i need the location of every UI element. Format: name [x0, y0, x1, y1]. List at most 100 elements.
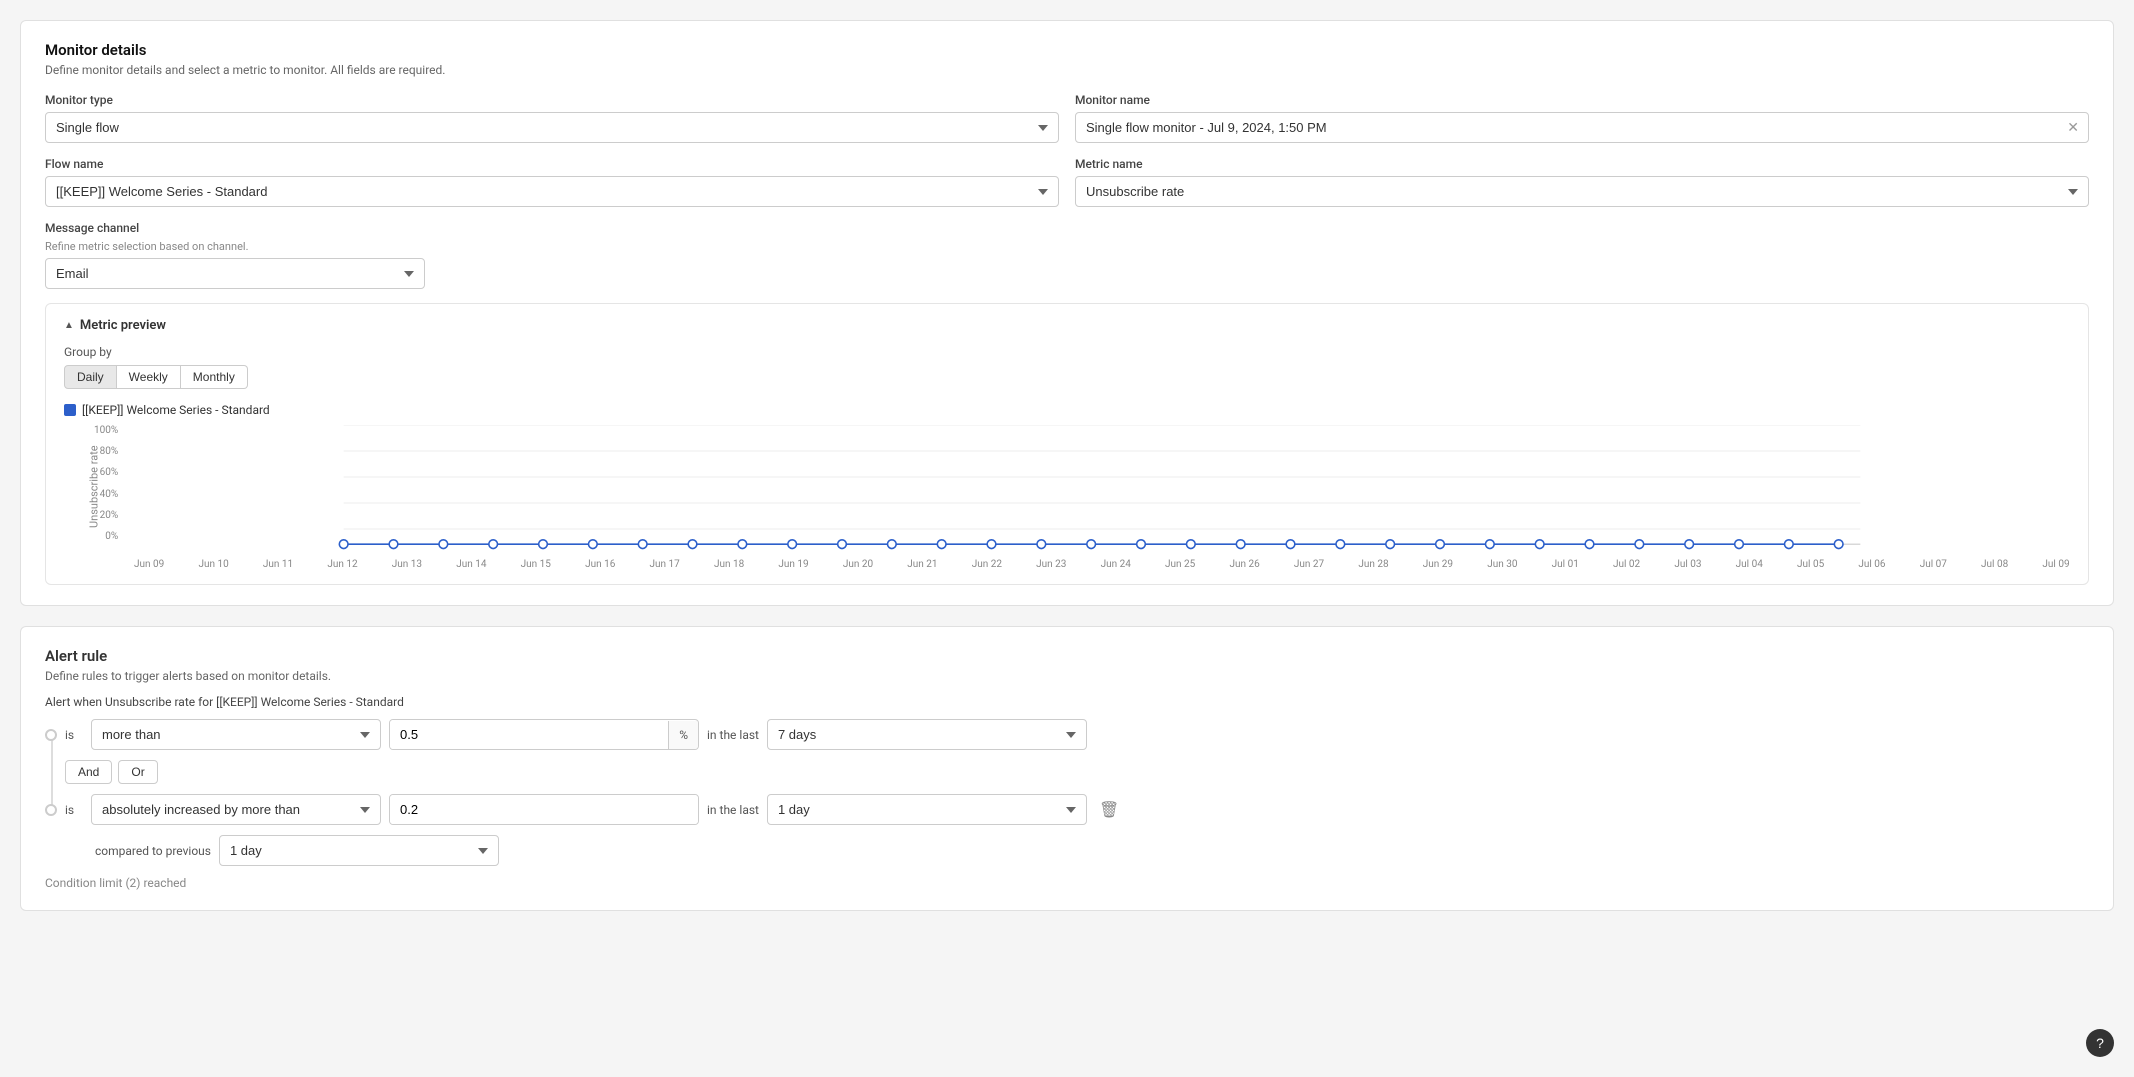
condition-2-row: is more than less than absolutely increa…	[45, 794, 2089, 825]
y-label-60: 60%	[94, 467, 118, 478]
condition-1-period-wrapper: 1 day 7 days 14 days 30 days	[767, 719, 1087, 750]
x-label-jun22: Jun 22	[972, 559, 1002, 570]
message-channel-label: Message channel	[45, 221, 425, 235]
x-label-jul01: Jul 01	[1552, 559, 1579, 570]
condition-2-value-wrapper	[389, 794, 699, 825]
x-label-jun10: Jun 10	[198, 559, 228, 570]
x-label-jun15: Jun 15	[521, 559, 551, 570]
x-label-jul02: Jul 02	[1613, 559, 1640, 570]
x-label-jun23: Jun 23	[1036, 559, 1066, 570]
group-by-daily-btn[interactable]: Daily	[64, 365, 117, 389]
x-label-jul08: Jul 08	[1981, 559, 2008, 570]
x-label-jun26: Jun 26	[1229, 559, 1259, 570]
monitor-details-subtitle: Define monitor details and select a metr…	[45, 63, 2089, 77]
legend-color-swatch	[64, 404, 76, 416]
x-label-jul03: Jul 03	[1674, 559, 1701, 570]
y-label-40: 40%	[94, 489, 118, 500]
legend-label: [[KEEP]] Welcome Series - Standard	[82, 403, 270, 417]
alert-when-text: Alert when Unsubscribe rate for [[KEEP]]…	[45, 695, 2089, 709]
condition-1-value-wrapper: %	[389, 719, 699, 750]
x-label-jun25: Jun 25	[1165, 559, 1195, 570]
x-label-jun12: Jun 12	[327, 559, 357, 570]
condition-limit-text: Condition limit (2) reached	[45, 876, 2089, 890]
monitor-name-wrapper: ✕	[1075, 112, 2089, 143]
condition-1-period-select[interactable]: 1 day 7 days 14 days 30 days	[767, 719, 1087, 750]
message-channel-group: Message channel Refine metric selection …	[45, 221, 425, 289]
metric-preview-header[interactable]: ▲ Metric preview	[64, 318, 2070, 333]
condition-1-unit: %	[668, 721, 698, 749]
y-label-80: 80%	[94, 446, 118, 457]
group-by-weekly-btn[interactable]: Weekly	[117, 365, 181, 389]
x-label-jun11: Jun 11	[263, 559, 293, 570]
conditions-wrapper: is more than less than absolutely increa…	[45, 719, 2089, 866]
condition-2-is-label: is	[65, 803, 83, 817]
chevron-up-icon: ▲	[64, 320, 74, 331]
x-label-jun13: Jun 13	[392, 559, 422, 570]
x-label-jun09: Jun 09	[134, 559, 164, 570]
compared-to-select[interactable]: 1 day 7 days 14 days 30 days	[219, 835, 499, 866]
monitor-details-section: Monitor details Define monitor details a…	[20, 20, 2114, 606]
y-label-20: 20%	[94, 510, 118, 521]
compared-to-previous-row: compared to previous 1 day 7 days 14 day…	[45, 835, 2089, 866]
flow-name-group: Flow name [[KEEP]] Welcome Series - Stan…	[45, 157, 1059, 207]
x-label-jun16: Jun 16	[585, 559, 615, 570]
clear-icon[interactable]: ✕	[2067, 120, 2079, 136]
condition-1-value-input[interactable]	[390, 720, 668, 749]
help-button[interactable]: ?	[2086, 1029, 2114, 1057]
condition-1-in-the-last-label: in the last	[707, 728, 759, 742]
condition-1-row: is more than less than absolutely increa…	[45, 719, 2089, 750]
group-by-monthly-btn[interactable]: Monthly	[181, 365, 248, 389]
alert-rule-section: Alert rule Define rules to trigger alert…	[20, 626, 2114, 911]
group-by-buttons: Daily Weekly Monthly	[64, 365, 2070, 389]
monitor-name-input[interactable]	[1075, 112, 2089, 143]
condition-1-operator-select[interactable]: more than less than absolutely increased…	[91, 719, 381, 750]
x-label-jul05: Jul 05	[1797, 559, 1824, 570]
x-label-jun21: Jun 21	[907, 559, 937, 570]
x-label-jun27: Jun 27	[1294, 559, 1324, 570]
alert-rule-subtitle: Define rules to trigger alerts based on …	[45, 669, 2089, 683]
and-or-row: And Or	[45, 760, 2089, 784]
compared-to-label: compared to previous	[95, 844, 211, 858]
x-axis-labels: Jun 09 Jun 10 Jun 11 Jun 12 Jun 13 Jun 1…	[134, 555, 2070, 570]
x-label-jul06: Jul 06	[1858, 559, 1885, 570]
alert-rule-title: Alert rule	[45, 647, 2089, 665]
monitor-type-select[interactable]: Single flow Multi flow	[45, 112, 1059, 143]
flow-name-select[interactable]: [[KEEP]] Welcome Series - Standard	[45, 176, 1059, 207]
monitor-type-group: Monitor type Single flow Multi flow	[45, 93, 1059, 143]
monitor-details-title: Monitor details	[45, 41, 2089, 59]
metric-name-group: Metric name Unsubscribe rate	[1075, 157, 2089, 207]
x-label-jun20: Jun 20	[843, 559, 873, 570]
condition-2-operator-select[interactable]: more than less than absolutely increased…	[91, 794, 381, 825]
x-label-jun30: Jun 30	[1487, 559, 1517, 570]
condition-2-period-wrapper: 1 day 7 days 14 days 30 days	[767, 794, 1087, 825]
chart-area: Unsubscribe rate 100% 80% 60% 40% 20% 0%	[64, 425, 2070, 570]
x-label-jul07: Jul 07	[1920, 559, 1947, 570]
compared-to-select-wrapper: 1 day 7 days 14 days 30 days	[219, 835, 499, 866]
x-label-jul04: Jul 04	[1736, 559, 1763, 570]
or-button[interactable]: Or	[118, 760, 157, 784]
condition-2-block: is more than less than absolutely increa…	[45, 794, 2089, 866]
and-button[interactable]: And	[65, 760, 112, 784]
x-label-jun24: Jun 24	[1101, 559, 1131, 570]
x-label-jun28: Jun 28	[1358, 559, 1388, 570]
flow-name-label: Flow name	[45, 157, 1059, 171]
monitor-type-label: Monitor type	[45, 93, 1059, 107]
metric-preview-title: Metric preview	[80, 318, 166, 333]
metric-name-select[interactable]: Unsubscribe rate	[1075, 176, 2089, 207]
condition-2-period-select[interactable]: 1 day 7 days 14 days 30 days	[767, 794, 1087, 825]
condition-2-in-the-last-label: in the last	[707, 803, 759, 817]
x-label-jul09: Jul 09	[2042, 559, 2069, 570]
y-label-100: 100%	[94, 425, 118, 436]
x-label-jun19: Jun 19	[778, 559, 808, 570]
condition-1-is-label: is	[65, 728, 83, 742]
x-label-jun14: Jun 14	[456, 559, 486, 570]
message-channel-select[interactable]: Email SMS Push	[45, 258, 425, 289]
condition-2-dot	[45, 804, 57, 816]
x-label-jun29: Jun 29	[1423, 559, 1453, 570]
group-by-label: Group by	[64, 345, 2070, 359]
y-label-0: 0%	[94, 531, 118, 542]
condition-1-operator-wrapper: more than less than absolutely increased…	[91, 719, 381, 750]
condition-2-delete-btn[interactable]: 🗑	[1095, 796, 1123, 824]
monitor-name-group: Monitor name ✕	[1075, 93, 2089, 143]
condition-2-value-input[interactable]	[390, 795, 698, 824]
